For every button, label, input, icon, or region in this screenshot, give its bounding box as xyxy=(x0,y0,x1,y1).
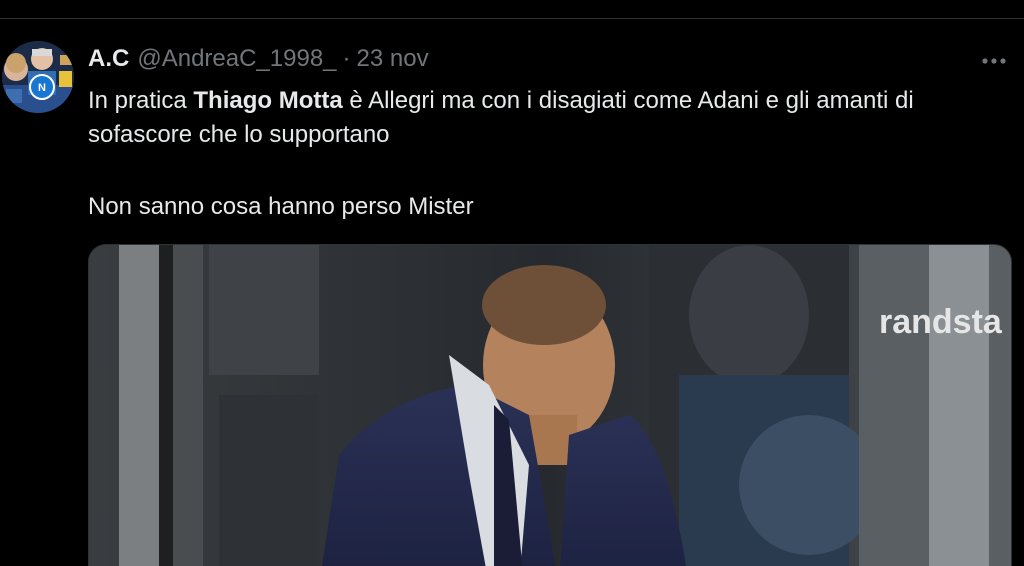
tweet-paragraph-1: In pratica Thiago Motta è Allegri ma con… xyxy=(88,84,1008,152)
tweet-text-bold: Thiago Motta xyxy=(193,87,343,114)
tweet-text-prefix: In pratica xyxy=(88,87,194,114)
user-handle[interactable]: @AndreaC_1998_ xyxy=(137,44,336,74)
tweet-media-video[interactable]: randsta xyxy=(88,244,1012,566)
sponsor-text: randsta xyxy=(879,303,1003,341)
separator-dot: · xyxy=(342,45,351,72)
tweet-text: In pratica Thiago Motta è Allegri ma con… xyxy=(88,84,1008,224)
tweet-paragraph-2: Non sanno cosa hanno perso Mister xyxy=(88,193,474,220)
more-horizontal-icon xyxy=(982,58,1006,64)
avatar[interactable]: N xyxy=(2,41,74,113)
tweet-header: A.C @AndreaC_1998_ · 23 nov xyxy=(88,44,429,74)
tweet-page: N A.C @AndreaC_1998_ · 23 nov In pratica… xyxy=(0,0,1024,566)
video-frame: randsta xyxy=(89,245,1011,566)
display-name[interactable]: A.C xyxy=(88,44,129,74)
tweet-date[interactable]: 23 nov xyxy=(357,44,429,74)
svg-text:N: N xyxy=(38,82,46,94)
more-options-button[interactable] xyxy=(972,46,1016,76)
avatar-image: N xyxy=(2,41,74,113)
top-divider xyxy=(0,18,1024,19)
